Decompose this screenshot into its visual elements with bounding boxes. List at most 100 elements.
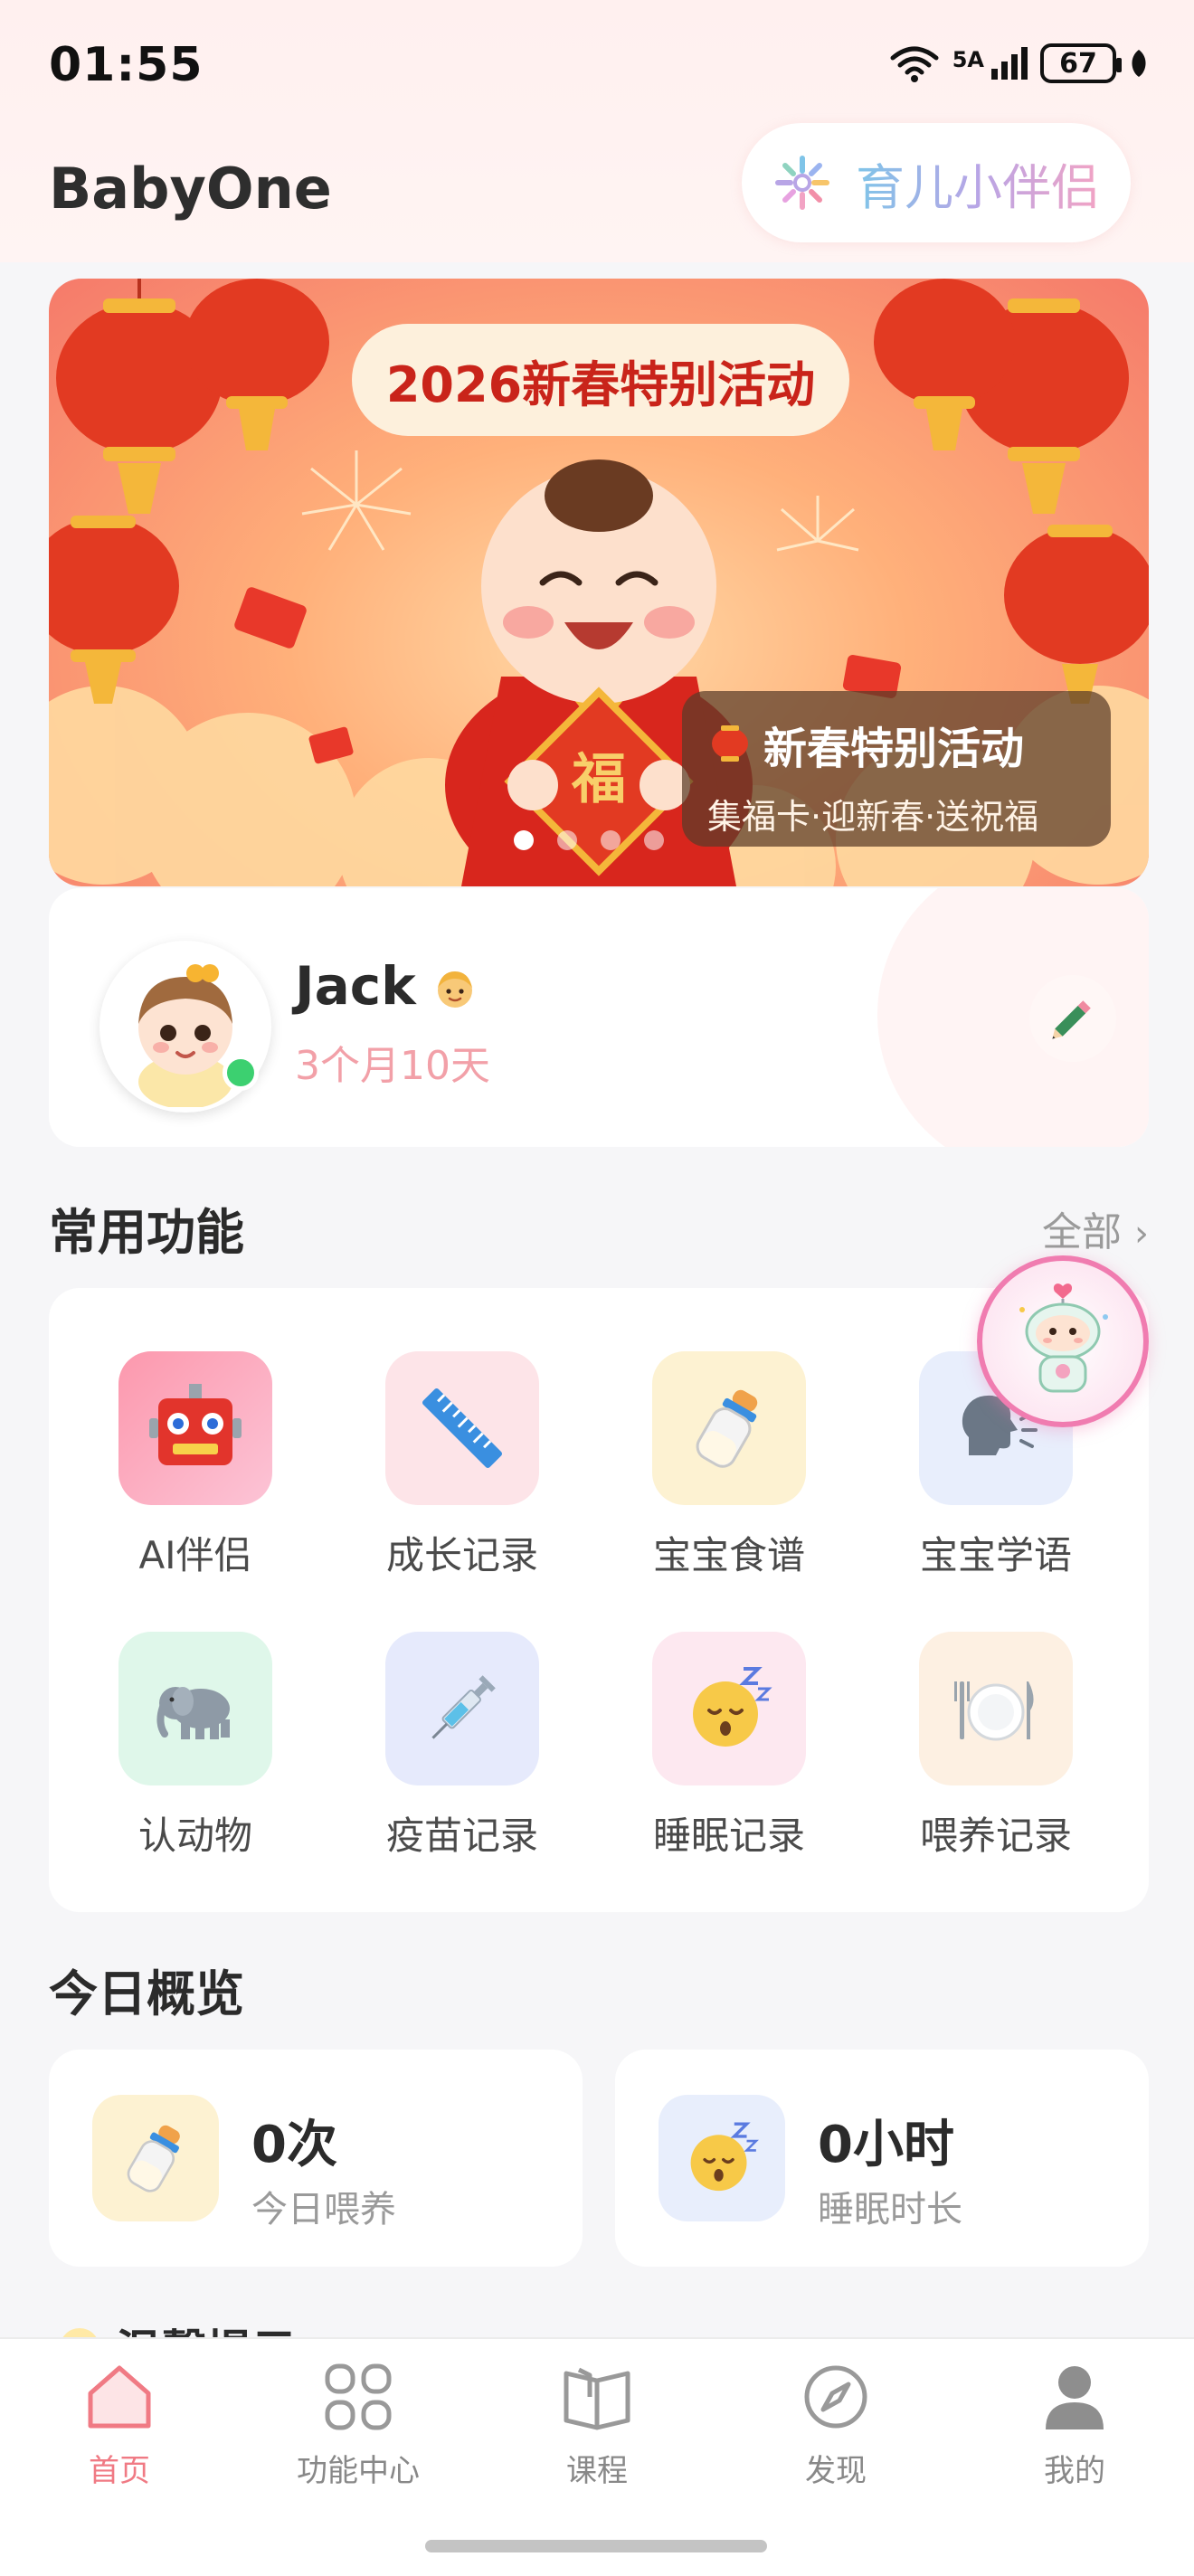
app-title: BabyOne — [49, 156, 332, 222]
signal-bar — [1011, 54, 1018, 80]
fork-knife-plate-icon — [954, 1681, 1034, 1741]
feature-label: 宝宝食谱 — [652, 1533, 805, 1577]
feature-baby-recipes[interactable]: 宝宝食谱 — [621, 1351, 838, 1580]
cute-robot-icon — [1019, 1283, 1108, 1393]
nav-profile[interactable]: 我的 — [984, 2359, 1165, 2490]
online-status-dot — [223, 1055, 259, 1091]
nav-courses[interactable]: 课程 — [507, 2359, 687, 2490]
nav-home[interactable]: 首页 — [29, 2359, 210, 2490]
carousel-dot[interactable] — [514, 830, 534, 850]
view-all-link[interactable]: 全部 › — [1042, 1199, 1149, 1257]
network-type: 5A — [952, 47, 984, 72]
feature-tile — [652, 1351, 806, 1505]
nav-icon-wrapper — [559, 2359, 635, 2435]
leaf-icon — [1132, 50, 1146, 77]
avatar[interactable] — [100, 941, 271, 1113]
nav-label: 首页 — [89, 2453, 150, 2489]
promo-banner[interactable]: 福 2026新春特别活动 新春特别活动 集福卡·迎新春·送祝福 — [49, 279, 1149, 886]
feature-label: 疫苗记录 — [385, 1814, 538, 1858]
carousel-dot[interactable] — [644, 830, 664, 850]
status-bar: 01:55 5A 67 — [0, 0, 1194, 136]
battery-level: 67 — [1059, 47, 1097, 80]
feature-tile — [385, 1351, 539, 1505]
nav-icon-wrapper — [798, 2359, 874, 2435]
wifi-icon — [890, 46, 939, 82]
pencil-icon — [1052, 1000, 1091, 1039]
nav-label: 功能中心 — [297, 2453, 420, 2489]
feature-label: 睡眠记录 — [652, 1814, 805, 1858]
feeding-stat-card[interactable]: 0次 今日喂养 — [49, 2050, 583, 2267]
banner-title: 2026新春特别活动 — [352, 324, 849, 436]
home-icon — [88, 2365, 151, 2429]
battery-indicator: 67 — [1040, 43, 1122, 83]
sleep-stat-card[interactable]: 0小时 睡眠时长 — [615, 2050, 1149, 2267]
features-grid: AI伴侣 成长记录 宝宝食谱 宝宝学语 认动物 疫苗记录 睡眠记录 喂养记录 — [49, 1288, 1149, 1912]
feature-sleep-record[interactable]: 睡眠记录 — [621, 1632, 838, 1861]
carousel-dot[interactable] — [601, 830, 621, 850]
nav-icon-wrapper — [320, 2359, 396, 2435]
feature-vaccine-record[interactable]: 疫苗记录 — [354, 1632, 571, 1861]
feature-tile — [118, 1632, 272, 1785]
home-indicator[interactable] — [425, 2540, 767, 2552]
view-all-label: 全部 — [1042, 1209, 1122, 1255]
book-icon — [564, 2367, 630, 2430]
baby-age: 3个月10天 — [295, 1043, 490, 1089]
feature-label: 认动物 — [137, 1814, 252, 1858]
elephant-icon — [156, 1687, 230, 1739]
chevron-right-icon: › — [1134, 1213, 1149, 1255]
feature-animals[interactable]: 认动物 — [87, 1632, 304, 1861]
carousel-dot[interactable] — [557, 830, 577, 850]
companion-button[interactable]: 育儿小伴侣 — [742, 123, 1131, 242]
baby-profile-card[interactable]: Jack 3个月10天 — [49, 888, 1149, 1147]
nav-function-center[interactable]: 功能中心 — [268, 2359, 449, 2490]
sleep-hours: 0小时 — [818, 2116, 954, 2174]
feature-feeding-record[interactable]: 喂养记录 — [887, 1632, 1104, 1861]
feature-label: 喂养记录 — [919, 1814, 1072, 1858]
feature-ai-companion[interactable]: AI伴侣 — [87, 1351, 304, 1580]
syringe-icon — [431, 1675, 496, 1739]
lantern-icon — [712, 725, 748, 762]
floating-assistant-button[interactable] — [977, 1255, 1149, 1427]
edit-profile-button[interactable] — [1029, 975, 1116, 1062]
nav-discover[interactable]: 发现 — [745, 2359, 926, 2490]
nav-label: 我的 — [1044, 2453, 1105, 2489]
fu-character: 福 — [572, 748, 626, 811]
banner-badge-title: 新春特别活动 — [763, 724, 1025, 774]
feature-tile — [118, 1351, 272, 1505]
feature-label: 宝宝学语 — [919, 1533, 1072, 1577]
signal-bar — [1021, 47, 1028, 80]
today-overview-title: 今日概览 — [49, 1965, 244, 2022]
profile-icon — [1046, 2366, 1104, 2429]
common-features-title: 常用功能 — [49, 1204, 244, 1261]
feature-label: 成长记录 — [385, 1533, 538, 1577]
compass-icon — [804, 2365, 867, 2429]
nav-icon-wrapper — [1037, 2359, 1113, 2435]
feature-growth-record[interactable]: 成长记录 — [354, 1351, 571, 1580]
grid-icon — [325, 2363, 392, 2430]
baby-bottle-icon — [696, 1389, 758, 1468]
feature-tile — [385, 1632, 539, 1785]
sleep-label: 睡眠时长 — [818, 2189, 962, 2230]
banner-badge-subtitle: 集福卡·迎新春·送祝福 — [707, 797, 1039, 837]
sparkle-icon — [775, 156, 829, 210]
feature-tile — [652, 1632, 806, 1785]
nav-icon-wrapper — [81, 2359, 157, 2435]
feature-tile — [919, 1632, 1073, 1785]
baby-name: Jack — [295, 955, 416, 1017]
baby-bottle-icon — [127, 2125, 180, 2192]
companion-label: 育儿小伴侣 — [856, 147, 1100, 219]
stat-tile — [659, 2095, 785, 2221]
stat-tile — [92, 2095, 219, 2221]
carousel-dots — [514, 830, 664, 850]
feature-label: AI伴侣 — [138, 1533, 252, 1577]
nav-label: 发现 — [805, 2453, 867, 2489]
banner-badge: 新春特别活动 集福卡·迎新春·送祝福 — [682, 691, 1111, 847]
feeding-count: 0次 — [251, 2116, 337, 2174]
sleeping-face-icon — [693, 1667, 772, 1747]
status-time: 01:55 — [49, 38, 204, 92]
ruler-icon — [422, 1387, 503, 1469]
sleeping-face-icon — [690, 2122, 759, 2192]
nav-label: 课程 — [566, 2453, 628, 2489]
signal-indicator: 5A — [952, 47, 1028, 80]
robot-icon — [149, 1384, 242, 1465]
